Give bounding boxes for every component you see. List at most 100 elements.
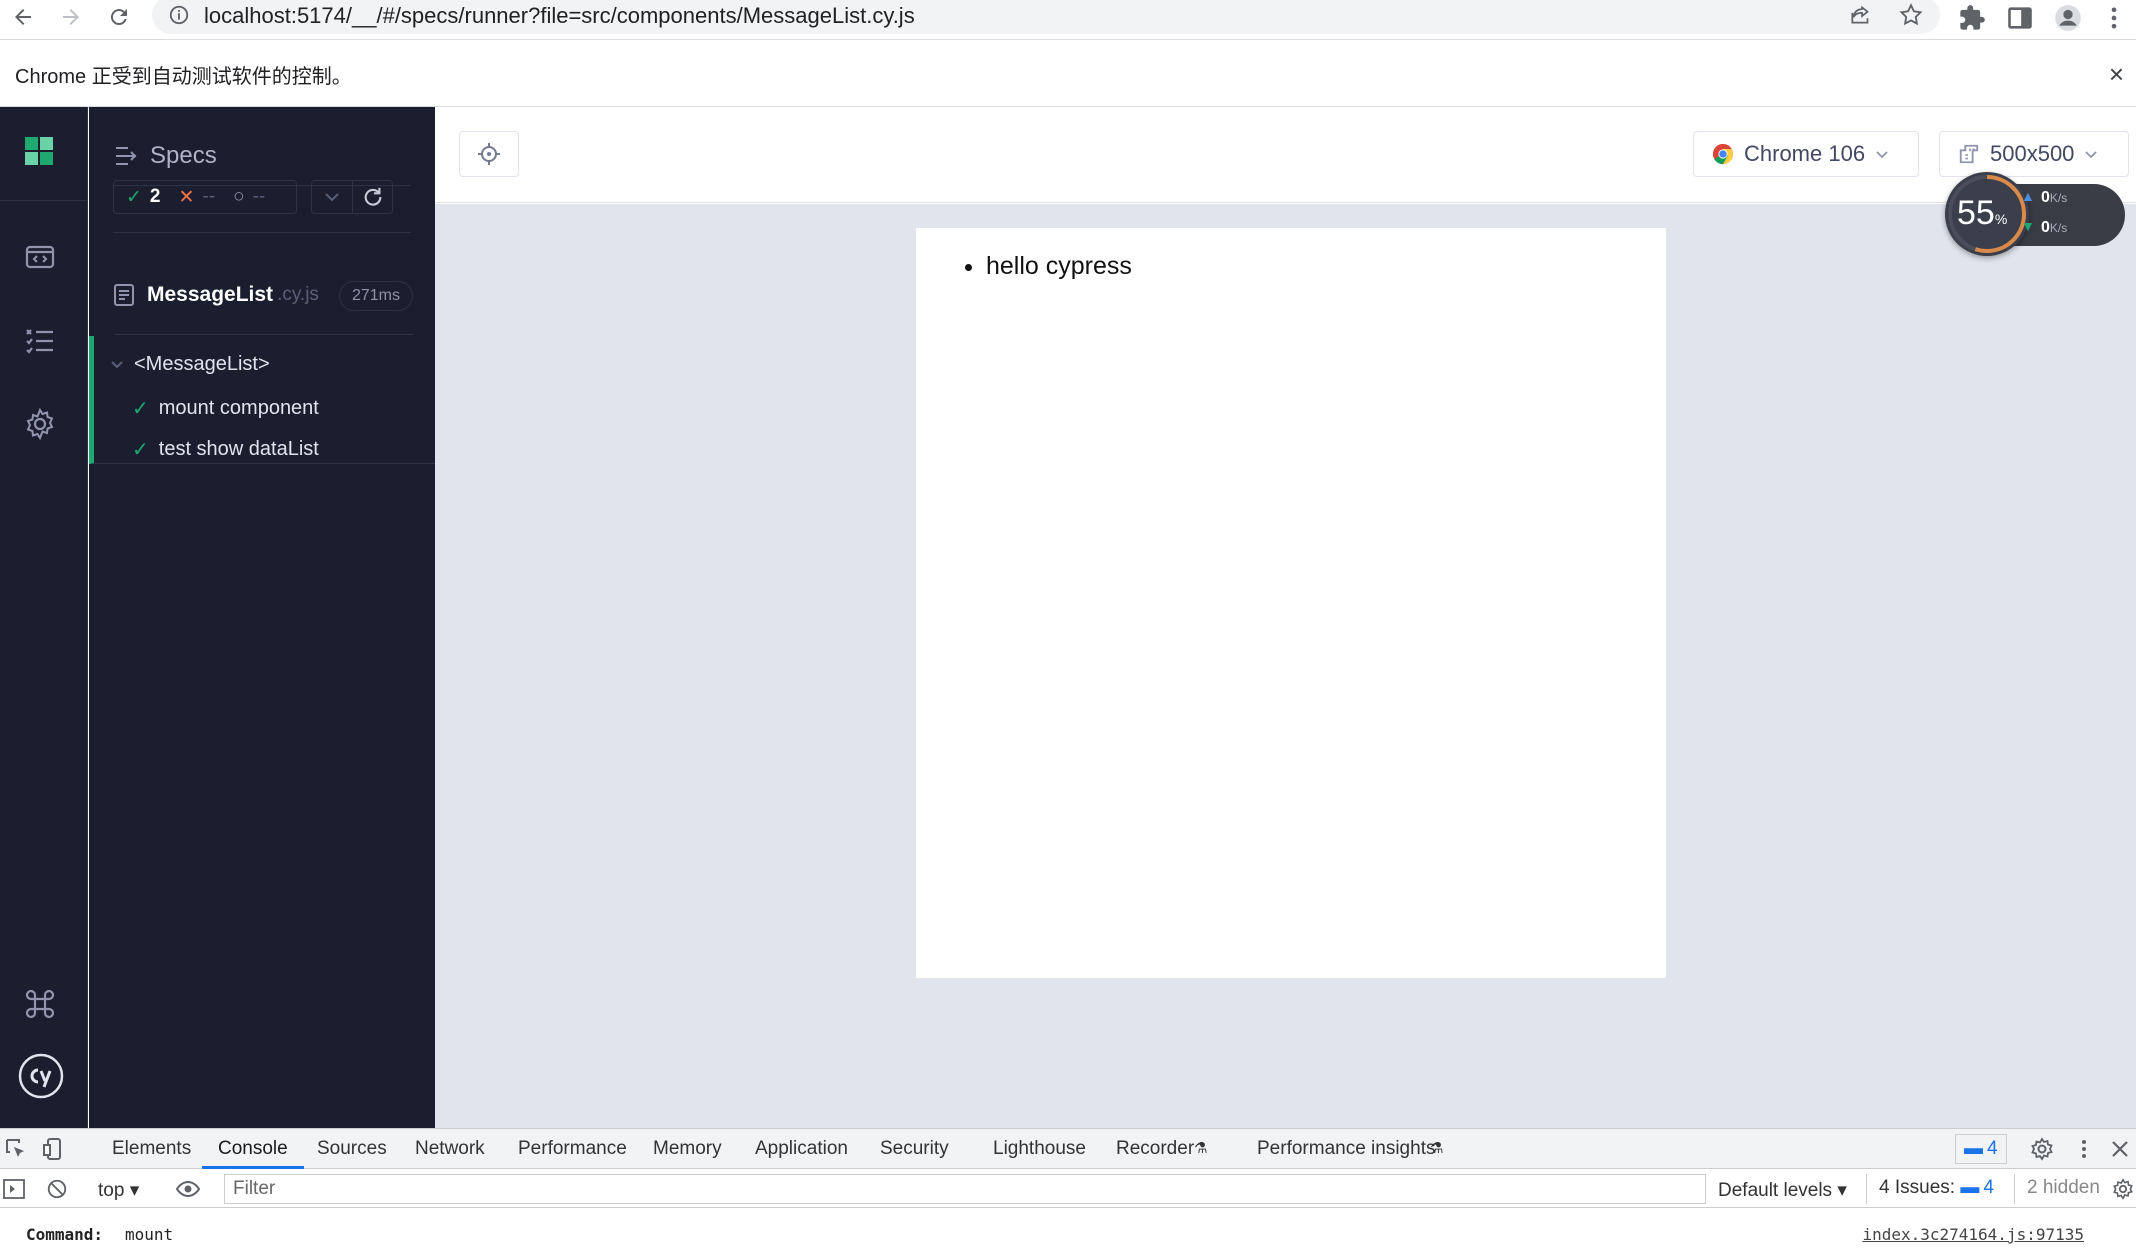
profile-icon[interactable] [2054,4,2082,32]
browser-toolbar: localhost:5174/__/#/specs/runner?file=sr… [0,0,2136,40]
more-options-icon[interactable] [2072,1137,2096,1161]
eye-icon[interactable] [176,1179,200,1199]
show-sidebar-icon[interactable] [2,1178,26,1200]
chevron-down-icon [2085,151,2098,159]
upload-unit: K/s [2049,191,2068,205]
runner-toolbar: Chrome 106 500x500 [435,107,2136,203]
failed-icon: ✕ [178,186,195,208]
settings-icon[interactable] [24,408,56,440]
tab-security[interactable]: Security [880,1129,949,1169]
upload-arrow-icon: ▲ [2021,188,2035,204]
project-logo-icon[interactable] [25,137,53,165]
log-source-link[interactable]: index.3c274164.js:97135 [1862,1225,2084,1244]
address-bar[interactable]: localhost:5174/__/#/specs/runner?file=sr… [152,0,1940,34]
aut-iframe[interactable]: hello cypress [916,228,1666,978]
tab-console[interactable]: Console [202,1129,304,1169]
cypress-logo-icon[interactable] [18,1053,64,1099]
network-speed-widget[interactable]: 55% ▲ 0K/s ▼ 0K/s [1945,172,2125,256]
message-list: hello cypress [986,252,1132,281]
chrome-menu-icon[interactable] [2100,4,2128,32]
download-speed: 0K/s [2041,219,2067,237]
usage-percent-value: 55 [1957,194,1995,232]
pending-count: -- [252,186,266,207]
experimental-flask-icon: ⚗ [1430,1140,1444,1157]
info-icon[interactable] [168,4,190,26]
clear-console-icon[interactable] [46,1178,68,1200]
usage-percent-unit: % [1994,211,2008,227]
collapse-specs-icon [116,147,137,165]
failed-count: -- [202,186,216,207]
reporter-divider [115,334,413,335]
extensions-icon[interactable] [1958,4,1986,32]
download-unit: K/s [2049,221,2068,235]
filter-placeholder: Filter [233,1178,276,1199]
tab-memory[interactable]: Memory [653,1129,722,1169]
infobar-message: Chrome 正受到自动测试软件的控制。 [15,66,352,88]
tab-sources[interactable]: Sources [317,1129,387,1169]
ruler-icon [1959,144,1979,164]
message-icon: ▬ [1964,1138,1983,1159]
experimental-flask-icon: ⚗ [1194,1140,1208,1157]
suite-title[interactable]: <MessageList> [110,348,270,380]
context-selector[interactable]: top ▾ [98,1179,139,1202]
tab-lighthouse[interactable]: Lighthouse [993,1129,1086,1169]
back-button[interactable] [8,2,38,32]
runner-icon[interactable] [24,241,56,273]
test-row[interactable]: ✓ mount component [132,392,319,424]
forward-button[interactable] [56,2,86,32]
device-toolbar-icon[interactable] [42,1137,66,1161]
infobar-close-button[interactable]: × [2109,61,2124,87]
issues-count: 4 [1983,1177,1994,1198]
browser-selector[interactable]: Chrome 106 [1693,131,1919,177]
specs-toggle[interactable]: Specs [114,142,217,170]
keyboard-shortcuts-icon[interactable] [24,988,56,1020]
suite-block: <MessageList> ✓ mount component ✓ test s… [89,336,435,464]
chevron-down-icon [325,193,339,202]
url-text[interactable]: localhost:5174/__/#/specs/runner?file=sr… [204,3,915,29]
usage-percent: 55% [1957,196,2007,236]
context-label: top [98,1180,125,1201]
log-levels-dropdown[interactable]: Default levels ▾ [1718,1179,1847,1202]
arrow-left-icon [15,9,31,25]
share-icon[interactable] [1848,2,1874,28]
hidden-count: 2 hidden [2014,1174,2100,1204]
console-filter-input[interactable]: Filter [224,1174,1706,1204]
messages-badge[interactable]: ▬ 4 [1955,1134,2007,1164]
close-devtools-icon[interactable] [2108,1137,2132,1161]
messages-count: 4 [1987,1138,1998,1159]
chevron-down-icon [111,361,123,369]
aut-stage: hello cypress [435,204,2136,1128]
app-sidebar [0,107,88,1128]
reload-button[interactable] [104,2,134,32]
test-title: mount component [158,396,319,419]
specs-label: Specs [150,142,217,169]
passed-count: 2 [149,186,161,207]
browser-label: Chrome 106 [1744,141,1866,166]
download-value: 0 [2041,219,2050,236]
issues-button[interactable]: 4 Issues: ▬ 4 [1866,1174,1994,1204]
devtools-panel: Elements Console Sources Network Perform… [0,1128,2136,1253]
specs-list-icon[interactable] [24,325,56,357]
spec-file-header: MessageList .cy.js 271ms [113,275,413,315]
restart-icon [364,187,381,206]
star-icon[interactable] [1898,2,1924,28]
crosshair-icon [478,143,500,165]
selector-playground-button[interactable] [459,131,519,177]
test-row[interactable]: ✓ test show dataList [132,433,319,465]
devtools-settings-icon[interactable] [2030,1137,2054,1161]
viewport-label: 500x500 [1990,141,2075,166]
tab-elements[interactable]: Elements [112,1129,191,1169]
tab-application[interactable]: Application [755,1129,848,1169]
tab-performance-insights[interactable]: Performance insights [1257,1129,1435,1169]
reporter-divider [113,232,411,233]
tab-network[interactable]: Network [415,1129,485,1169]
chrome-logo-icon [1712,143,1734,165]
tab-performance[interactable]: Performance [518,1129,627,1169]
message-icon: ▬ [1960,1177,1980,1198]
log-value: mount [125,1225,174,1244]
console-settings-icon[interactable] [2112,1178,2134,1200]
tab-recorder[interactable]: Recorder [1116,1129,1194,1169]
inspect-element-icon[interactable] [4,1137,28,1161]
side-panel-icon[interactable] [2006,4,2034,32]
viewport-selector[interactable]: 500x500 [1939,131,2129,177]
